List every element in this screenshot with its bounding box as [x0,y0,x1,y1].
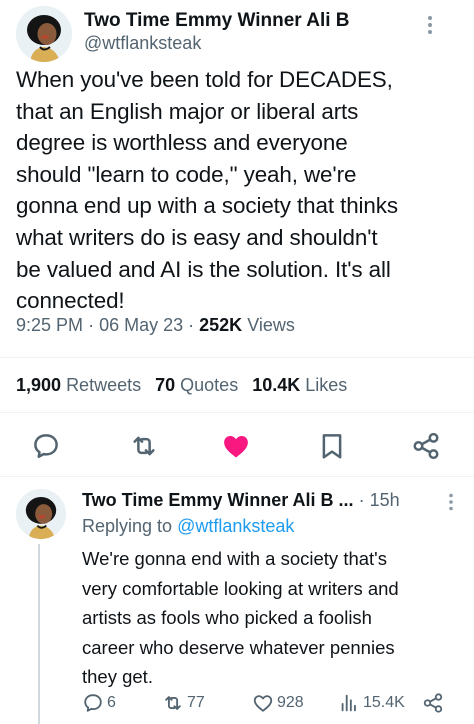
bookmark-button[interactable] [316,430,348,462]
display-name[interactable]: Two Time Emmy Winner Ali B [84,10,350,32]
retweets-stat[interactable]: 1,900 Retweets [16,375,141,395]
share-button[interactable] [410,430,442,462]
avatar-image [16,489,66,539]
share-icon [423,693,443,713]
tweet-meta: 9:25 PM · 06 May 23 · 252K Views [16,315,295,336]
reply-avatar[interactable] [16,489,66,539]
tweet-time[interactable]: 9:25 PM [16,315,83,335]
more-options-icon[interactable] [424,14,436,36]
views-count: 252K [199,315,243,335]
like-button[interactable] [220,430,252,462]
reply-like-button[interactable]: 928 [252,690,304,716]
views-icon [341,694,356,712]
likes-stat[interactable]: 10.4K Likes [252,375,347,395]
more-options-icon[interactable] [446,492,456,512]
retweet-icon [133,436,155,456]
reply-button[interactable] [30,430,62,462]
quotes-label: Quotes [180,375,239,395]
retweets-count: 1,900 [16,375,62,395]
divider [0,412,474,413]
retweet-icon [165,696,181,710]
reply-display-name[interactable]: Two Time Emmy Winner Ali B ... [82,490,354,510]
avatar-image [16,6,72,62]
reply-share-button[interactable] [422,690,447,716]
reply-views-button[interactable]: 15.4K [338,690,405,716]
quotes-stat[interactable]: 70 Quotes [155,375,238,395]
reply-likes-count: 928 [277,694,304,711]
tweet-stats: 1,900 Retweets 70 Quotes 10.4K Likes [16,375,347,396]
divider [0,476,474,477]
thread-line [38,544,40,724]
meta-separator: · [88,315,100,335]
replying-prefix: Replying to [82,516,173,536]
likes-label: Likes [305,375,348,395]
tweet-text: When you've been told for DECADES, that … [16,67,398,314]
reply-replies-count: 6 [107,694,116,711]
reply-time-separator: · [358,490,370,510]
heart-outline-icon [253,695,273,712]
like-icon [224,436,248,458]
replying-to: Replying to @wtflanksteak [82,516,294,537]
reply-icon [34,434,58,458]
divider [0,357,474,358]
bookmark-icon [322,434,342,459]
meta-separator: · [188,315,200,335]
views-label: Views [247,315,295,335]
share-icon [413,432,439,460]
quotes-count: 70 [155,375,176,395]
reply-time[interactable]: 15h [370,490,400,510]
reply-icon [84,694,102,712]
reply-retweets-count: 77 [187,694,205,711]
reply-views-count: 15.4K [363,694,405,711]
user-handle[interactable]: @wtflanksteak [84,33,201,54]
reply-text: We're gonna end with a society that's ve… [82,548,399,687]
retweets-label: Retweets [66,375,142,395]
reply-retweet-button[interactable]: 77 [162,690,205,716]
replying-to-link[interactable]: @wtflanksteak [177,516,294,536]
tweet-date[interactable]: 06 May 23 [99,315,183,335]
likes-count: 10.4K [252,375,301,395]
avatar[interactable] [16,6,72,62]
reply-header: Two Time Emmy Winner Ali B ... · 15h [82,490,400,511]
reply-reply-button[interactable]: 6 [82,690,116,716]
retweet-button[interactable] [128,430,160,462]
